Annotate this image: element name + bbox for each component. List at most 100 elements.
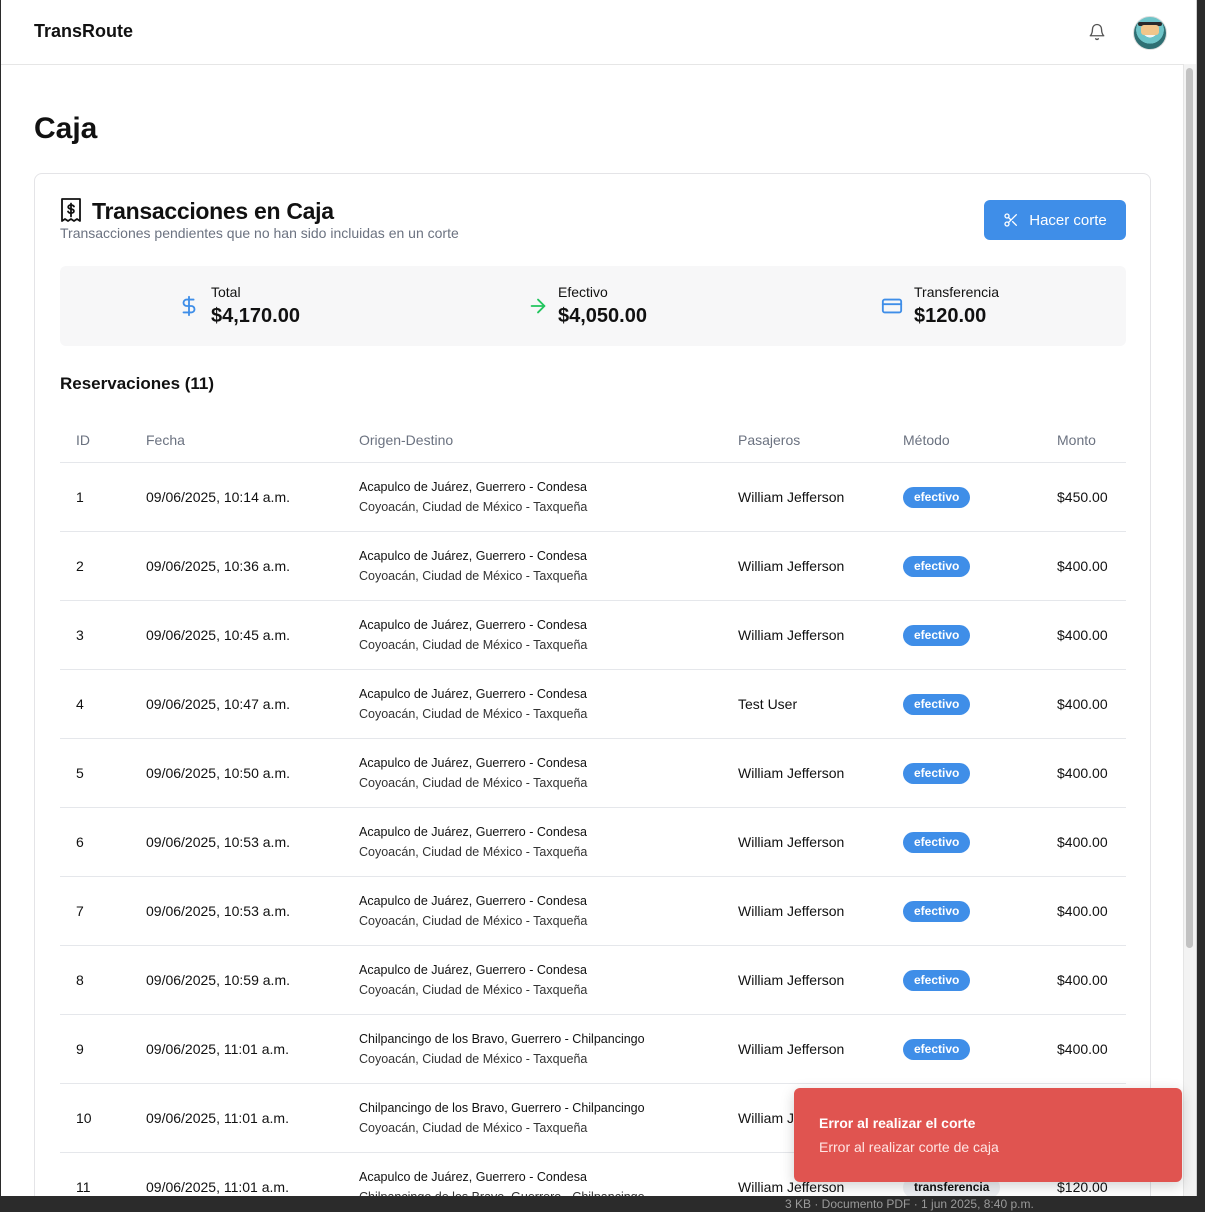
cell-id: 6 — [60, 807, 146, 877]
ruta-origen: Acapulco de Juárez, Guerrero - Condesa — [359, 618, 587, 632]
table-row[interactable]: 6 09/06/2025, 10:53 a.m. Acapulco de Juáre… — [60, 807, 1126, 877]
ruta-destino: Coyoacán, Ciudad de México - Taxqueña — [359, 500, 588, 514]
cell-fecha: 09/06/2025, 11:01 a.m. — [146, 1152, 359, 1196]
col-id: ID — [60, 418, 146, 463]
bell-icon[interactable] — [1088, 22, 1106, 42]
cell-pasajeros: William Jefferson — [738, 738, 903, 808]
page-scrollbar[interactable] — [1183, 64, 1196, 1196]
table-body: 1 09/06/2025, 10:14 a.m. Acapulco de Juáre… — [60, 462, 1126, 1196]
dollar-icon — [182, 295, 196, 317]
table-header-row: ID Fecha Origen-Destino Pasajeros Método… — [60, 418, 1126, 463]
cell-origen-destino: Acapulco de Juárez, Guerrero - Condesa Ch… — [359, 1152, 738, 1196]
cell-origen-destino: Acapulco de Juárez, Guerrero - Condesa Co… — [359, 531, 738, 601]
col-metodo: Método — [903, 418, 1057, 463]
transactions-card: Transacciones en Caja Transacciones pend… — [34, 173, 1151, 1196]
ruta-origen: Chilpancingo de los Bravo, Guerrero - Ch… — [359, 1032, 645, 1046]
cell-fecha: 09/06/2025, 10:53 a.m. — [146, 876, 359, 946]
cell-id: 2 — [60, 531, 146, 601]
table-row[interactable]: 2 09/06/2025, 10:36 a.m. Acapulco de Juáre… — [60, 531, 1126, 601]
metodo-badge: efectivo — [903, 624, 971, 646]
metodo-badge: efectivo — [903, 693, 971, 715]
reservations-table: ID Fecha Origen-Destino Pasajeros Método… — [60, 418, 1126, 1196]
table-row[interactable]: 1 09/06/2025, 10:14 a.m. Acapulco de Juáre… — [60, 462, 1126, 532]
ruta-destino: Coyoacán, Ciudad de México - Taxqueña — [359, 914, 588, 928]
table-row[interactable]: 3 09/06/2025, 10:45 a.m. Acapulco de Juáre… — [60, 600, 1126, 670]
ruta-origen: Acapulco de Juárez, Guerrero - Condesa — [359, 963, 587, 977]
efectivo-label: Efectivo — [558, 284, 608, 300]
cell-monto: $400.00 — [1057, 531, 1126, 601]
transferencia-label: Transferencia — [914, 284, 1000, 300]
cell-metodo: efectivo — [903, 531, 1057, 601]
ruta-origen: Acapulco de Juárez, Guerrero - Condesa — [359, 756, 587, 770]
summary-total: Total $4,170.00 — [60, 266, 415, 346]
cell-id: 7 — [60, 876, 146, 946]
cell-pasajeros: Test User — [738, 669, 903, 739]
table-row[interactable]: 7 09/06/2025, 10:53 a.m. Acapulco de Juáre… — [60, 876, 1126, 946]
cell-id: 9 — [60, 1014, 146, 1084]
transferencia-value: $120.00 — [914, 305, 987, 327]
cell-fecha: 09/06/2025, 10:14 a.m. — [146, 462, 359, 532]
ruta-origen: Acapulco de Juárez, Guerrero - Condesa — [359, 825, 587, 839]
cell-id: 3 — [60, 600, 146, 670]
cell-fecha: 09/06/2025, 10:50 a.m. — [146, 738, 359, 808]
cell-origen-destino: Acapulco de Juárez, Guerrero - Condesa Co… — [359, 669, 738, 739]
background-file-info: 3 KB · Documento PDF · 1 jun 2025, 8:40 … — [785, 1197, 1034, 1211]
cell-fecha: 09/06/2025, 10:59 a.m. — [146, 945, 359, 1015]
col-fecha: Fecha — [146, 418, 359, 463]
cell-metodo: efectivo — [903, 876, 1057, 946]
avatar-face — [1141, 25, 1159, 35]
cell-fecha: 09/06/2025, 10:36 a.m. — [146, 531, 359, 601]
cell-pasajeros: William Jefferson — [738, 1014, 903, 1084]
reservations-title: Reservaciones (11) — [60, 374, 215, 393]
ruta-destino: Coyoacán, Ciudad de México - Taxqueña — [359, 569, 588, 583]
cell-id: 8 — [60, 945, 146, 1015]
cell-metodo: efectivo — [903, 669, 1057, 739]
cell-monto: $450.00 — [1057, 462, 1126, 532]
cell-monto: $400.00 — [1057, 876, 1126, 946]
background-window-strip: 3 KB · Documento PDF · 1 jun 2025, 8:40 … — [0, 1196, 1205, 1212]
page-title: Caja — [34, 112, 98, 145]
cell-origen-destino: Chilpancingo de los Bravo, Guerrero - Ch… — [359, 1014, 738, 1084]
cell-origen-destino: Chilpancingo de los Bravo, Guerrero - Ch… — [359, 1083, 738, 1153]
metodo-badge: efectivo — [903, 831, 971, 853]
brand-logo[interactable]: TransRoute — [34, 21, 133, 42]
ruta-destino: Coyoacán, Ciudad de México - Taxqueña — [359, 707, 588, 721]
ruta-origen: Acapulco de Juárez, Guerrero - Condesa — [359, 1170, 587, 1184]
table-row[interactable]: 9 09/06/2025, 11:01 a.m. Chilpancingo de l… — [60, 1014, 1126, 1084]
table-row[interactable]: 4 09/06/2025, 10:47 a.m. Acapulco de Juáre… — [60, 669, 1126, 739]
summary-panel: Total $4,170.00 Efectivo $4,050.00 Trans… — [60, 266, 1126, 346]
cell-pasajeros: William Jefferson — [738, 462, 903, 532]
card-title: Transacciones en Caja — [92, 198, 334, 224]
summary-efectivo: Efectivo $4,050.00 — [415, 266, 770, 346]
user-avatar[interactable] — [1133, 16, 1167, 50]
ruta-origen: Acapulco de Juárez, Guerrero - Condesa — [359, 687, 587, 701]
cell-fecha: 09/06/2025, 11:01 a.m. — [146, 1014, 359, 1084]
cell-pasajeros: William Jefferson — [738, 876, 903, 946]
top-navbar: TransRoute — [1, 0, 1196, 65]
table-row[interactable]: 8 09/06/2025, 10:59 a.m. Acapulco de Juáre… — [60, 945, 1126, 1015]
cell-id: 5 — [60, 738, 146, 808]
cell-metodo: efectivo — [903, 738, 1057, 808]
credit-card-icon — [881, 298, 903, 314]
ruta-destino: Coyoacán, Ciudad de México - Taxqueña — [359, 776, 588, 790]
hacer-corte-button[interactable]: Hacer corte — [984, 200, 1126, 240]
cell-pasajeros: William Jefferson — [738, 600, 903, 670]
cell-metodo: efectivo — [903, 462, 1057, 532]
cell-metodo: efectivo — [903, 600, 1057, 670]
col-origen-destino: Origen-Destino — [359, 418, 738, 463]
cell-metodo: efectivo — [903, 945, 1057, 1015]
cell-fecha: 09/06/2025, 10:53 a.m. — [146, 807, 359, 877]
total-value: $4,170.00 — [211, 305, 300, 327]
ruta-origen: Chilpancingo de los Bravo, Guerrero - Ch… — [359, 1101, 645, 1115]
receipt-icon — [61, 198, 81, 222]
scissors-icon — [1004, 213, 1018, 227]
cell-monto: $400.00 — [1057, 1014, 1126, 1084]
efectivo-value: $4,050.00 — [558, 305, 647, 327]
arrow-right-icon — [530, 298, 546, 314]
cell-metodo: efectivo — [903, 1014, 1057, 1084]
ruta-destino: Chilpancingo de los Bravo, Guerrero - Ch… — [359, 1187, 738, 1196]
ruta-destino: Coyoacán, Ciudad de México - Taxqueña — [359, 983, 588, 997]
scrollbar-thumb[interactable] — [1186, 68, 1193, 948]
table-row[interactable]: 5 09/06/2025, 10:50 a.m. Acapulco de Juáre… — [60, 738, 1126, 808]
error-toast[interactable]: Error al realizar el corte Error al real… — [794, 1088, 1182, 1182]
